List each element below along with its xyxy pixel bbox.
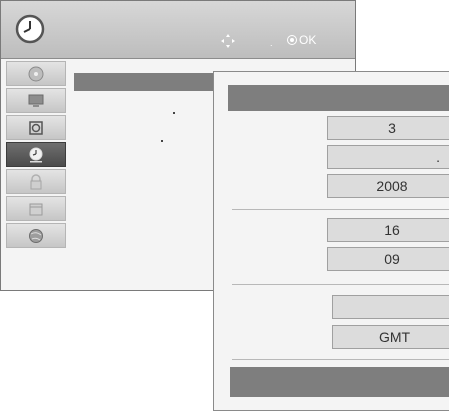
calendar-icon [29,203,43,215]
sidebar-item-time[interactable] [6,142,66,167]
sidebar-item-picture[interactable] [6,88,66,113]
panel-footer-bar [230,367,449,397]
year-field[interactable]: 2008 [327,174,449,198]
divider [232,284,449,285]
sidebar-item-audio[interactable] [6,115,66,140]
sidebar-item-lock[interactable] [6,169,66,194]
minute-field[interactable]: 09 [327,247,449,271]
hint-separator: . [270,38,273,48]
ok-hint: OK [287,33,316,47]
timezone-field[interactable]: GMT [332,325,449,349]
sidebar-item-network[interactable] [6,223,66,248]
menu-header: . OK [1,1,355,59]
dot-marker [173,112,175,114]
panel-title-bar [228,85,449,111]
divider [232,209,449,210]
sidebar-item-setup[interactable] [6,61,66,86]
four-way-arrow-icon [221,34,235,48]
clock-icon [29,147,43,162]
sidebar-item-schedule[interactable] [6,196,66,221]
disc-icon [28,66,44,81]
speaker-icon [29,120,43,135]
globe-icon [29,228,43,243]
dot-marker [161,140,163,142]
ok-button-icon [287,35,297,45]
lock-icon [30,173,42,189]
month-field[interactable]: . [327,145,449,169]
clock-icon [15,14,45,44]
timezone-mode-field[interactable] [332,295,449,319]
day-field[interactable]: 3 [327,116,449,140]
divider [232,359,449,360]
hour-field[interactable]: 16 [327,218,449,242]
monitor-icon [28,94,44,107]
date-time-panel: 3 . 2008 16 09 GMT [213,71,449,411]
ok-label: OK [299,33,317,47]
